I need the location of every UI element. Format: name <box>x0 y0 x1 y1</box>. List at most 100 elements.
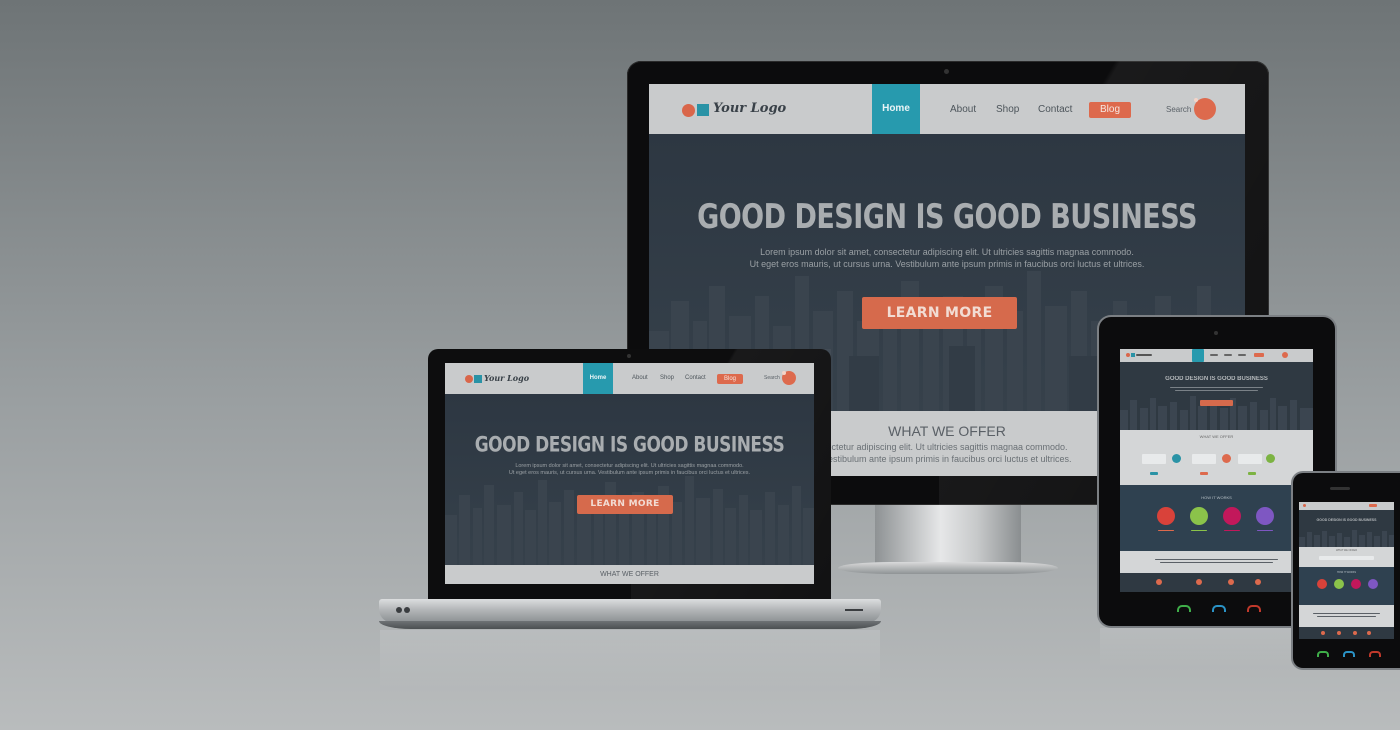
tablet-navbar <box>1120 349 1313 362</box>
phone-offer-section: WHAT WE OFFER <box>1299 547 1394 567</box>
phone-how-it-works: HOW IT WORKS <box>1299 567 1394 605</box>
end-call-key-icon[interactable] <box>1369 651 1381 657</box>
user-icon <box>1228 579 1234 585</box>
menu-button[interactable] <box>1369 504 1377 507</box>
nav-home[interactable]: Home <box>872 84 920 134</box>
home-key-icon[interactable] <box>1343 651 1355 657</box>
offer-card <box>1319 556 1374 560</box>
offer-card-1 <box>1142 454 1166 464</box>
offer-icon-2 <box>1222 454 1231 463</box>
nav-contact[interactable] <box>1238 354 1246 356</box>
step-icon-2 <box>1334 579 1344 589</box>
hero-title: GOOD DESIGN IS GOOD BUSINESS <box>1316 518 1377 522</box>
location-icon <box>1255 579 1261 585</box>
offer-card-2 <box>1192 454 1216 464</box>
city-skyline-graphic <box>445 476 814 565</box>
tablet-footer <box>1120 573 1313 592</box>
what-we-offer-title: WHAT WE OFFER <box>1335 549 1358 552</box>
laptop-indicator-light <box>396 607 402 613</box>
tablet-camera <box>1214 331 1218 335</box>
laptop-indicator-light <box>404 607 410 613</box>
site-hero: GOOD DESIGN IS GOOD BUSINESS Lorem ipsum… <box>445 394 814 565</box>
hero-subtitle-line2: Ut eget eros mauris, ut cursus urna. Ves… <box>508 470 751 477</box>
nav-shop[interactable]: Shop <box>996 104 1019 115</box>
search-icon[interactable] <box>782 371 796 385</box>
nav-contact[interactable]: Contact <box>685 375 706 381</box>
website-laptop: Your Logo Home About Shop Contact Blog S… <box>445 363 814 584</box>
home-key-icon[interactable] <box>1212 605 1226 612</box>
testimonial-line <box>1317 616 1376 617</box>
hero-subtitle-line <box>1175 390 1258 391</box>
testimonial-line <box>1313 613 1380 614</box>
offer-more-2[interactable] <box>1200 472 1208 475</box>
phone-icon <box>1321 631 1325 635</box>
laptop-base <box>379 599 881 623</box>
phone-screen: GOOD DESIGN IS GOOD BUSINESS WHAT WE OFF… <box>1299 502 1394 639</box>
hero-subtitle-line2: Ut eget eros mauris, ut cursus urna. Ves… <box>749 258 1145 269</box>
nav-home-label: Home <box>589 375 607 381</box>
nav-shop[interactable] <box>1224 354 1232 356</box>
what-we-offer-section: WHAT WE OFFER <box>445 565 814 584</box>
nav-blog[interactable]: Blog <box>717 374 743 384</box>
monitor-stand-foot <box>838 562 1058 574</box>
nav-blog[interactable] <box>1254 353 1264 357</box>
logo-circle-icon <box>1126 353 1130 357</box>
offer-card-3 <box>1238 454 1262 464</box>
location-icon <box>1367 631 1371 635</box>
logo-square-icon <box>474 375 482 383</box>
step-label-2 <box>1191 530 1207 531</box>
logo-text-bar <box>1136 354 1152 356</box>
hero-subtitle: Lorem ipsum dolor sit amet, consectetur … <box>649 247 1245 270</box>
what-we-offer-title: WHAT WE OFFER <box>1199 434 1234 439</box>
nav-home[interactable]: Home <box>583 363 613 394</box>
end-call-key-icon[interactable] <box>1247 605 1261 612</box>
hero-subtitle-line1: Lorem ipsum dolor sit amet, consectetur … <box>760 247 1134 257</box>
nav-home[interactable] <box>1192 349 1204 362</box>
learn-more-button[interactable] <box>1200 400 1233 406</box>
hero-title: GOOD DESIGN IS GOOD BUSINESS <box>1165 376 1268 382</box>
site-logo-text[interactable]: Your Logo <box>713 101 786 116</box>
step-icon-4 <box>1256 507 1274 525</box>
nav-shop[interactable]: Shop <box>660 375 674 381</box>
search-label: Search <box>1166 105 1192 114</box>
learn-more-button[interactable]: LEARN MORE <box>862 297 1017 329</box>
nav-about[interactable]: About <box>632 375 648 381</box>
hero-title: GOOD DESIGN IS GOOD BUSINESS <box>474 432 785 458</box>
logo-square-icon <box>1131 353 1135 357</box>
offer-more-1[interactable] <box>1150 472 1158 475</box>
step-icon-1 <box>1317 579 1327 589</box>
call-key-icon[interactable] <box>1177 605 1191 612</box>
hero-subtitle: Lorem ipsum dolor sit amet, consectetur … <box>445 463 814 477</box>
search-icon[interactable] <box>1194 98 1216 120</box>
logo-circle-icon <box>1303 504 1306 507</box>
hero-title: GOOD DESIGN IS GOOD BUSINESS <box>697 198 1197 237</box>
tablet-offer-section: WHAT WE OFFER <box>1120 430 1313 485</box>
tablet-screen: GOOD DESIGN IS GOOD BUSINESS WHAT WE OFF… <box>1120 349 1313 592</box>
monitor-stand-neck <box>875 505 1021 567</box>
step-icon-2 <box>1190 507 1208 525</box>
tablet-hero: GOOD DESIGN IS GOOD BUSINESS <box>1120 362 1313 430</box>
nav-home-label: Home <box>882 103 910 114</box>
step-icon-3 <box>1351 579 1361 589</box>
search-icon[interactable] <box>1282 352 1288 358</box>
hero-subtitle-line1: Lorem ipsum dolor sit amet, consectetur … <box>515 463 744 469</box>
phone-speaker <box>1330 487 1350 490</box>
nav-about[interactable] <box>1210 354 1218 356</box>
how-it-works-title: HOW IT WORKS <box>1336 571 1357 574</box>
learn-more-button[interactable]: LEARN MORE <box>577 495 673 514</box>
phone-navbar <box>1299 502 1394 510</box>
laptop-screen: Your Logo Home About Shop Contact Blog S… <box>445 363 814 584</box>
offer-more-3[interactable] <box>1248 472 1256 475</box>
step-icon-4 <box>1368 579 1378 589</box>
phone-icon <box>1156 579 1162 585</box>
nav-about[interactable]: About <box>950 104 976 115</box>
search-label: Search <box>764 375 780 381</box>
mail-icon <box>1196 579 1202 585</box>
nav-contact[interactable]: Contact <box>1038 104 1072 115</box>
what-we-offer-title: WHAT WE OFFER <box>600 571 659 578</box>
nav-blog[interactable]: Blog <box>1089 102 1131 118</box>
offer-icon-1 <box>1172 454 1181 463</box>
call-key-icon[interactable] <box>1317 651 1329 657</box>
monitor-camera <box>944 69 949 74</box>
site-logo-text[interactable]: Your Logo <box>484 373 529 383</box>
